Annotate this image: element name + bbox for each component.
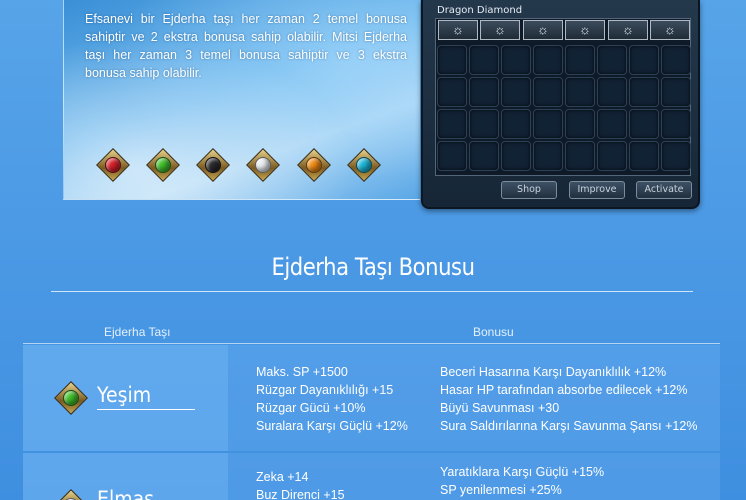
inventory-cell[interactable] — [629, 45, 659, 75]
inventory-cell[interactable] — [565, 77, 595, 107]
inventory-cell[interactable] — [597, 109, 627, 139]
bonus-item: Maks. SP +1500 — [256, 365, 348, 379]
sun-gear-icon: ☼ — [622, 22, 634, 37]
inventory-cell[interactable] — [661, 141, 691, 171]
bonus-item: Büyü Savunması +30 — [440, 401, 560, 415]
basic-bonus-list: Zeka +14 Buz Direnci +15 — [256, 468, 345, 500]
sun-gear-icon: ☼ — [452, 22, 464, 37]
intro-text: Efsanevi bir Ejderha taşı her zaman 2 te… — [85, 12, 407, 80]
inventory-cell[interactable] — [533, 109, 563, 139]
basic-bonus-list: Maks. SP +1500 Rüzgar Dayanıklılığı +15 … — [256, 363, 408, 435]
bonus-item: Suralara Karşı Güçlü +12% — [256, 419, 408, 433]
inventory-cell[interactable] — [437, 109, 467, 139]
extra-bonus-list: Yaratıklara Karşı Güçlü +15% SP yenilenm… — [440, 463, 604, 499]
inventory-cell[interactable] — [661, 77, 691, 107]
sun-gear-icon: ☼ — [579, 22, 591, 37]
red-gem-icon — [96, 148, 130, 182]
inventory-cell[interactable] — [629, 109, 659, 139]
stone-cell: Yeşim — [23, 345, 228, 451]
inventory-cell[interactable] — [661, 45, 691, 75]
inventory-cell[interactable] — [661, 109, 691, 139]
bonus-item: Rüzgar Gücü +10% — [256, 401, 366, 415]
socket-slot-3[interactable]: ☼ — [523, 20, 563, 40]
extra-bonus-list: Beceri Hasarına Karşı Dayanıklılık +12% … — [440, 363, 697, 435]
bonus-item: Zeka +14 — [256, 470, 309, 484]
header-divider — [23, 343, 720, 344]
black-gem-icon — [196, 148, 230, 182]
bonus-item: SP yenilenmesi +25% — [440, 483, 562, 497]
inventory-cell[interactable] — [597, 77, 627, 107]
inventory-cell[interactable] — [469, 45, 499, 75]
inventory-cell[interactable] — [501, 45, 531, 75]
shop-button[interactable]: Shop — [501, 181, 557, 199]
inventory-cell[interactable] — [533, 141, 563, 171]
sun-gear-icon: ☼ — [494, 22, 506, 37]
inventory-cell[interactable] — [437, 141, 467, 171]
socket-slot-1[interactable]: ☼ — [438, 20, 478, 40]
sun-gear-icon: ☼ — [537, 22, 549, 37]
header-stone: Ejderha Taşı — [104, 325, 171, 339]
socket-slot-2[interactable]: ☼ — [480, 20, 520, 40]
sun-gear-icon: ☼ — [664, 22, 676, 37]
inventory-cell[interactable] — [469, 141, 499, 171]
bonus-item: Beceri Hasarına Karşı Dayanıklılık +12% — [440, 365, 667, 379]
inventory-cell[interactable] — [533, 45, 563, 75]
header-bonus: Bonusu — [473, 325, 514, 339]
bonus-item: Buz Direnci +15 — [256, 488, 345, 500]
inventory-cell[interactable] — [565, 45, 595, 75]
inventory-cell[interactable] — [501, 109, 531, 139]
orange-gem-icon — [297, 148, 331, 182]
inventory-cell[interactable] — [501, 77, 531, 107]
white-gem-icon — [54, 489, 88, 500]
table-row: Elmas Zeka +14 Buz Direnci +15 Yaratıkla… — [23, 453, 720, 500]
bonus-item: Rüzgar Dayanıklılığı +15 — [256, 383, 394, 397]
activate-button[interactable]: Activate — [636, 181, 692, 199]
dragon-diamond-window: Dragon Diamond ☼ ☼ ☼ ☼ ☼ ☼ Shop Improve … — [421, 0, 700, 209]
socket-slot-4[interactable]: ☼ — [565, 20, 605, 40]
stone-name: Yeşim — [97, 383, 152, 407]
slot-grid: ☼ ☼ ☼ ☼ ☼ ☼ — [435, 18, 691, 176]
inventory-cell[interactable] — [597, 45, 627, 75]
inventory-cell[interactable] — [437, 45, 467, 75]
inventory-cell[interactable] — [533, 77, 563, 107]
bonus-item: Hasar HP tarafından absorbe edilecek +12… — [440, 383, 688, 397]
inventory-cell[interactable] — [565, 141, 595, 171]
table-row: Yeşim Maks. SP +1500 Rüzgar Dayanıklılığ… — [23, 345, 720, 451]
section-title: Ejderha Taşı Bonusu — [271, 253, 475, 281]
inventory-cell[interactable] — [629, 141, 659, 171]
intro-panel: Efsanevi bir Ejderha taşı her zaman 2 te… — [63, 0, 420, 200]
improve-button[interactable]: Improve — [569, 181, 625, 199]
green-gem-icon — [54, 381, 88, 415]
inventory-cell[interactable] — [469, 77, 499, 107]
inventory-cell[interactable] — [629, 77, 659, 107]
socket-slot-5[interactable]: ☼ — [608, 20, 648, 40]
cyan-gem-icon — [347, 148, 381, 182]
stone-name-underline — [97, 409, 195, 410]
green-gem-icon — [146, 148, 180, 182]
stone-cell: Elmas — [23, 453, 228, 500]
bonus-cell: Zeka +14 Buz Direnci +15 Yaratıklara Kar… — [228, 453, 720, 500]
bonus-item: Sura Saldırılarına Karşı Savunma Şansı +… — [440, 419, 698, 433]
window-title: Dragon Diamond — [437, 5, 523, 16]
bonus-cell: Maks. SP +1500 Rüzgar Dayanıklılığı +15 … — [228, 345, 720, 451]
stone-name: Elmas — [97, 487, 155, 500]
title-divider — [51, 291, 693, 292]
white-gem-icon — [246, 148, 280, 182]
inventory-cell[interactable] — [469, 109, 499, 139]
bonus-item: Yaratıklara Karşı Güçlü +15% — [440, 465, 605, 479]
inventory-cell[interactable] — [597, 141, 627, 171]
inventory-cell[interactable] — [437, 77, 467, 107]
socket-slot-6[interactable]: ☼ — [650, 20, 690, 40]
inventory-cell[interactable] — [501, 141, 531, 171]
inventory-cell[interactable] — [565, 109, 595, 139]
